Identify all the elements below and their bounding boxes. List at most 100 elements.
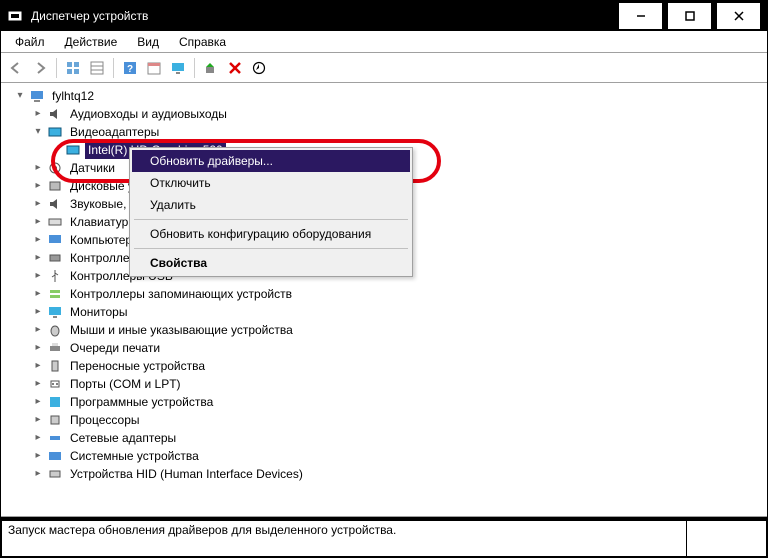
chevron-right-icon[interactable]: ▸	[31, 303, 45, 321]
chevron-right-icon[interactable]: ▸	[31, 213, 45, 231]
tree-portable[interactable]: ▸ Переносные устройства	[9, 357, 767, 375]
toolbar-separator	[113, 58, 114, 78]
mouse-icon	[47, 322, 63, 338]
sensor-icon	[47, 160, 63, 176]
chevron-right-icon[interactable]: ▸	[31, 411, 45, 429]
tree-label: Аудиовходы и аудиовыходы	[67, 105, 230, 123]
system-icon	[47, 448, 63, 464]
chevron-right-icon[interactable]: ▸	[31, 285, 45, 303]
tree-root[interactable]: ▾ fylhtq12	[9, 87, 767, 105]
tree-label: Датчики	[67, 159, 118, 177]
back-button[interactable]	[5, 57, 27, 79]
controller-icon	[47, 250, 63, 266]
close-button[interactable]	[716, 2, 761, 30]
chevron-right-icon[interactable]: ▸	[31, 465, 45, 483]
context-menu: Обновить драйверы... Отключить Удалить О…	[129, 147, 413, 277]
tree-monitors[interactable]: ▸ Мониторы	[9, 303, 767, 321]
chevron-right-icon[interactable]: ▸	[31, 105, 45, 123]
disk-icon	[47, 178, 63, 194]
usb-icon	[47, 268, 63, 284]
tree-label: Мониторы	[67, 303, 130, 321]
svg-text:?: ?	[127, 64, 133, 75]
tb-scan-icon[interactable]	[200, 57, 222, 79]
ctx-properties[interactable]: Свойства	[132, 252, 410, 274]
storage-icon	[47, 286, 63, 302]
menu-file[interactable]: Файл	[5, 33, 55, 51]
chevron-right-icon[interactable]: ▸	[31, 393, 45, 411]
toolbar: ?	[1, 53, 767, 83]
tree-network[interactable]: ▸ Сетевые адаптеры	[9, 429, 767, 447]
minimize-button[interactable]	[618, 2, 663, 30]
chevron-right-icon[interactable]: ▸	[31, 447, 45, 465]
tree-label: Программные устройства	[67, 393, 216, 411]
portable-icon	[47, 358, 63, 374]
menu-view[interactable]: Вид	[127, 33, 169, 51]
statusbar-right	[687, 521, 767, 557]
chevron-right-icon[interactable]: ▸	[31, 267, 45, 285]
chevron-right-icon[interactable]: ▸	[31, 429, 45, 447]
chevron-right-icon[interactable]: ▸	[31, 177, 45, 195]
tb-update-icon[interactable]	[248, 57, 270, 79]
tb-help-icon[interactable]: ?	[119, 57, 141, 79]
menubar: Файл Действие Вид Справка	[1, 31, 767, 53]
tree-mice[interactable]: ▸ Мыши и иные указывающие устройства	[9, 321, 767, 339]
ctx-update-drivers[interactable]: Обновить драйверы...	[132, 150, 410, 172]
chevron-right-icon[interactable]: ▸	[31, 195, 45, 213]
chevron-right-icon[interactable]: ▸	[31, 375, 45, 393]
computer-icon	[29, 88, 45, 104]
tree-label: Переносные устройства	[67, 357, 208, 375]
device-tree[interactable]: ▾ fylhtq12 ▸ Аудиовходы и аудиовыходы ▾ …	[1, 83, 767, 516]
maximize-button[interactable]	[667, 2, 712, 30]
chevron-right-icon[interactable]: ▸	[31, 321, 45, 339]
titlebar: Диспетчер устройств	[1, 1, 767, 31]
tree-label: Очереди печати	[67, 339, 163, 357]
chevron-right-icon[interactable]: ▸	[31, 159, 45, 177]
chevron-right-icon[interactable]: ▸	[31, 231, 45, 249]
tree-label: Процессоры	[67, 411, 143, 429]
tb-monitor-icon[interactable]	[167, 57, 189, 79]
tree-hid[interactable]: ▸ Устройства HID (Human Interface Device…	[9, 465, 767, 483]
display-adapter-icon	[47, 124, 63, 140]
tree-label: Устройства HID (Human Interface Devices)	[67, 465, 306, 483]
ctx-separator	[134, 248, 408, 249]
tree-label: Сетевые адаптеры	[67, 429, 179, 447]
toolbar-separator	[194, 58, 195, 78]
forward-button[interactable]	[29, 57, 51, 79]
software-icon	[47, 394, 63, 410]
ctx-disable[interactable]: Отключить	[132, 172, 410, 194]
tree-print-queues[interactable]: ▸ Очереди печати	[9, 339, 767, 357]
ctx-delete[interactable]: Удалить	[132, 194, 410, 216]
chevron-right-icon[interactable]: ▸	[31, 339, 45, 357]
tb-calendar-icon[interactable]	[143, 57, 165, 79]
printer-icon	[47, 340, 63, 356]
tree-label: Системные устройства	[67, 447, 202, 465]
tree-system[interactable]: ▸ Системные устройства	[9, 447, 767, 465]
tree-label: Видеоадаптеры	[67, 123, 162, 141]
tree-software[interactable]: ▸ Программные устройства	[9, 393, 767, 411]
toolbar-separator	[56, 58, 57, 78]
ctx-separator	[134, 219, 408, 220]
network-icon	[47, 430, 63, 446]
sound-icon	[47, 196, 63, 212]
tb-delete-icon[interactable]	[224, 57, 246, 79]
tb-grid-icon[interactable]	[86, 57, 108, 79]
chevron-right-icon[interactable]: ▸	[31, 357, 45, 375]
statusbar: Запуск мастера обновления драйверов для …	[1, 517, 767, 557]
chevron-right-icon[interactable]: ▸	[31, 249, 45, 267]
root-label: fylhtq12	[49, 87, 97, 105]
chevron-down-icon[interactable]: ▾	[13, 87, 27, 105]
monitor-icon	[47, 304, 63, 320]
body-area: ▾ fylhtq12 ▸ Аудиовходы и аудиовыходы ▾ …	[1, 83, 767, 517]
menu-help[interactable]: Справка	[169, 33, 236, 51]
chevron-down-icon[interactable]: ▾	[31, 123, 45, 141]
tree-audio[interactable]: ▸ Аудиовходы и аудиовыходы	[9, 105, 767, 123]
tree-ports[interactable]: ▸ Порты (COM и LPT)	[9, 375, 767, 393]
port-icon	[47, 376, 63, 392]
menu-action[interactable]: Действие	[55, 33, 128, 51]
tb-group-icon[interactable]	[62, 57, 84, 79]
app-icon	[7, 8, 23, 24]
tree-video[interactable]: ▾ Видеоадаптеры	[9, 123, 767, 141]
tree-processors[interactable]: ▸ Процессоры	[9, 411, 767, 429]
ctx-scan[interactable]: Обновить конфигурацию оборудования	[132, 223, 410, 245]
tree-controllers-storage[interactable]: ▸ Контроллеры запоминающих устройств	[9, 285, 767, 303]
